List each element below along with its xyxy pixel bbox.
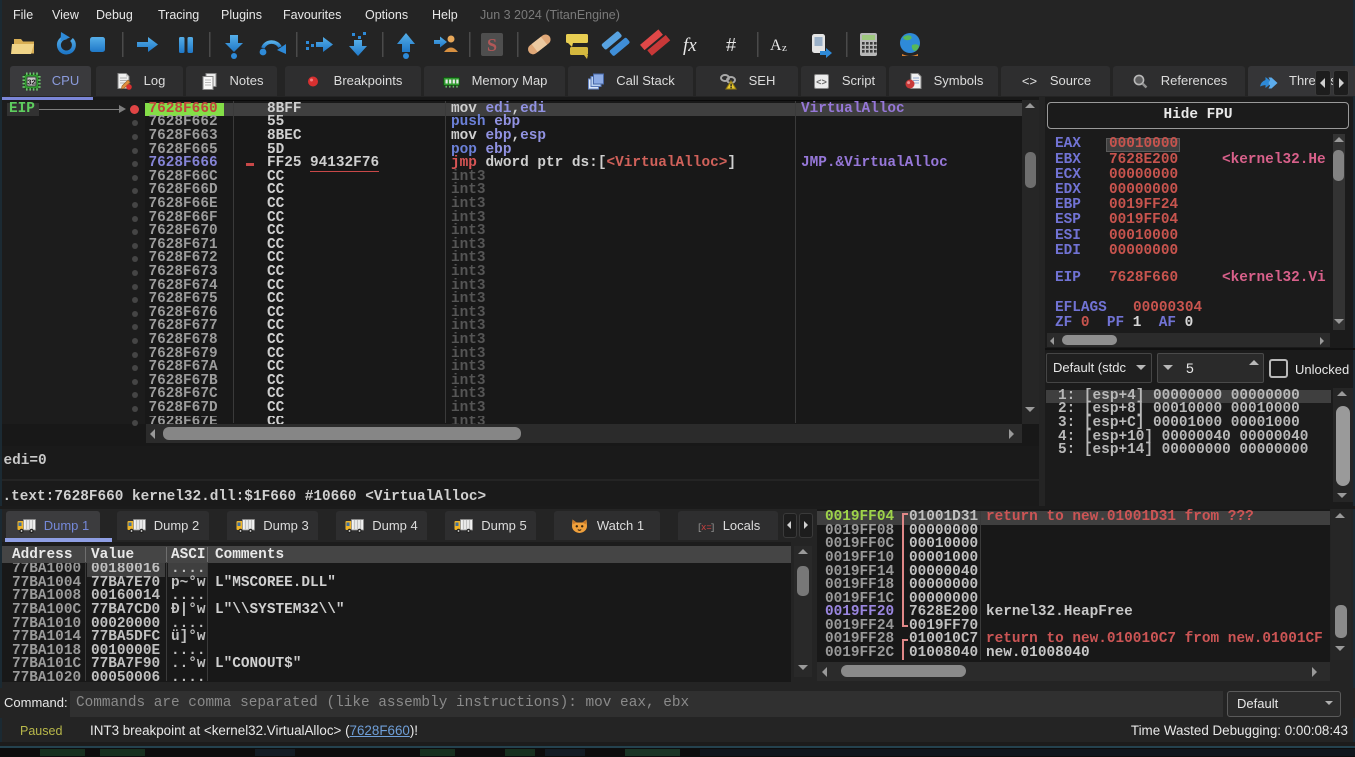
svg-text:32: 32 (27, 77, 35, 86)
svg-text:z: z (782, 42, 787, 54)
svg-text:A: A (770, 37, 782, 54)
svg-text:#: # (726, 35, 736, 55)
svg-text:<>: <> (816, 78, 827, 88)
svg-text:<>: <> (1022, 73, 1037, 88)
svg-text:S: S (487, 35, 497, 55)
svg-text:fx: fx (683, 35, 697, 56)
svg-text:]: ] (710, 523, 715, 533)
